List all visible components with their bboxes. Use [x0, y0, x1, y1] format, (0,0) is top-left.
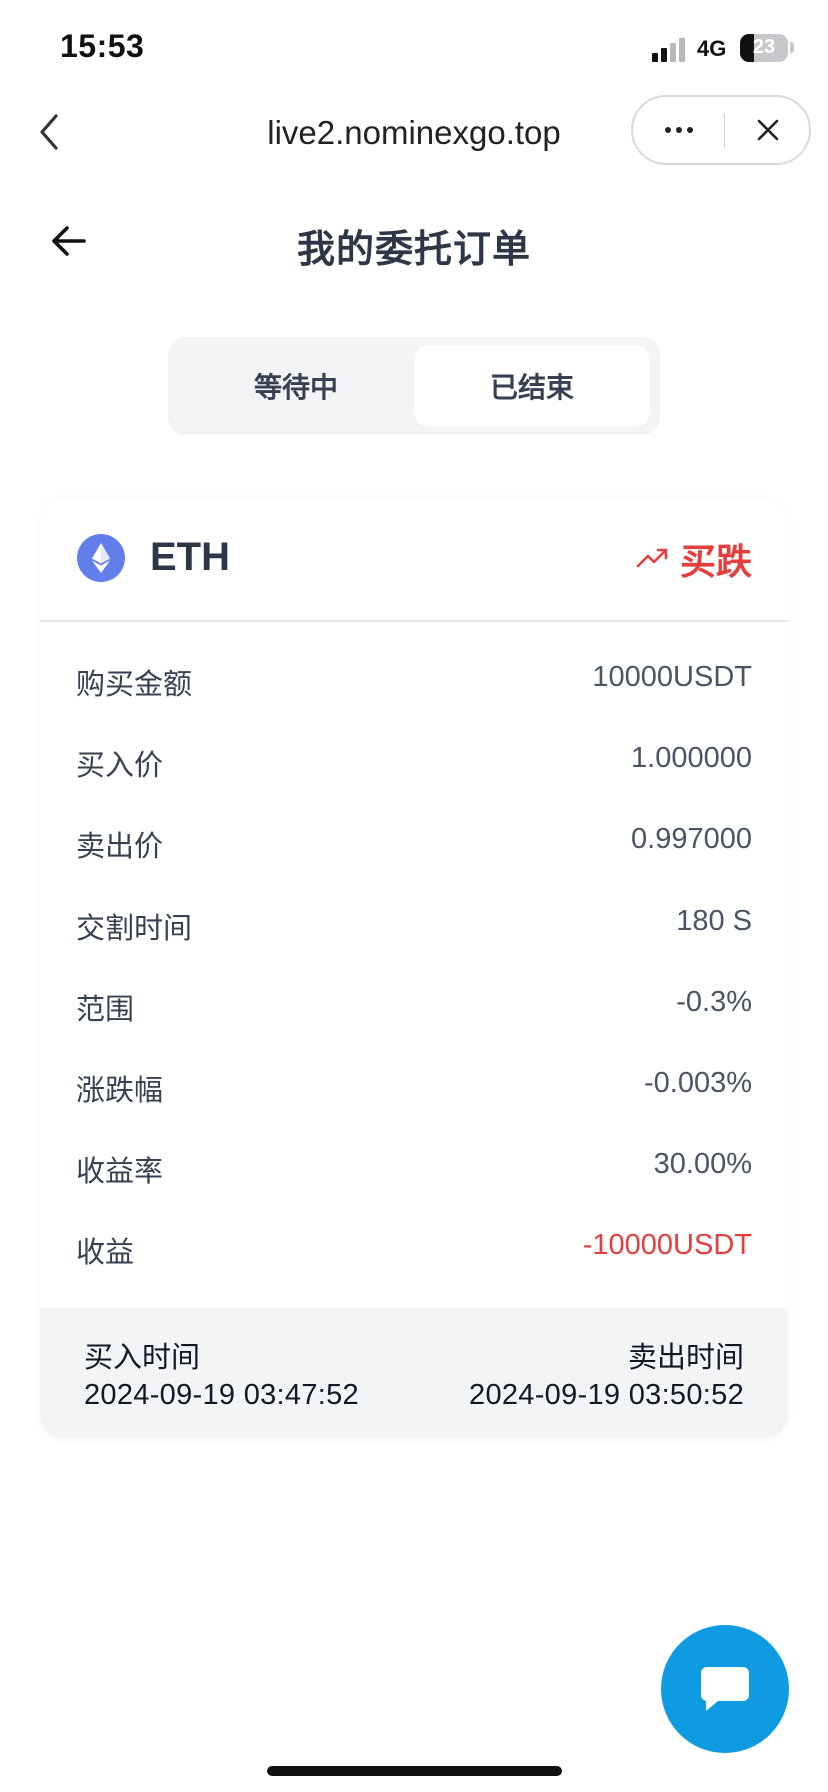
order-status-tabs: 等待中 已结束	[168, 337, 660, 435]
trend-down-icon	[636, 548, 668, 568]
row-label-buy-price: 买入价	[76, 750, 164, 782]
sell-time-value: 2024-09-19 03:50:52	[469, 1379, 744, 1411]
row-value-profit: -10000USDT	[582, 1229, 752, 1261]
row-value-sell-price: 0.997000	[631, 823, 752, 855]
chat-button[interactable]	[661, 1625, 789, 1753]
row-value-change: -0.003%	[643, 1067, 752, 1099]
row-value-yield-rate: 30.00%	[653, 1148, 752, 1180]
row-label-delivery-time: 交割时间	[76, 913, 193, 945]
chat-icon	[701, 1667, 749, 1711]
status-time: 15:53	[60, 28, 145, 64]
buy-time-label: 买入时间	[84, 1342, 201, 1374]
close-icon[interactable]	[725, 97, 811, 163]
home-indicator	[267, 1766, 562, 1776]
tab-pending[interactable]: 等待中	[178, 345, 414, 427]
sell-time-label: 卖出时间	[627, 1342, 744, 1374]
battery-tip	[790, 42, 794, 53]
row-value-buy-price: 1.000000	[631, 742, 752, 774]
browser-url: live2.nominexgo.top	[267, 114, 561, 151]
network-type: 4G	[697, 36, 727, 61]
coin-name: ETH	[150, 535, 230, 579]
battery-icon: 23	[740, 34, 788, 62]
more-icon[interactable]	[633, 97, 725, 163]
order-card	[40, 498, 788, 1438]
tab-finished[interactable]: 已结束	[414, 345, 650, 427]
trade-direction: 买跌	[680, 541, 753, 582]
browser-back-icon[interactable]	[36, 112, 66, 152]
row-label-profit: 收益	[76, 1237, 135, 1269]
buy-time-value: 2024-09-19 03:47:52	[84, 1379, 359, 1411]
row-value-amount: 10000USDT	[592, 661, 752, 693]
battery-level: 23	[752, 36, 776, 58]
eth-icon	[77, 534, 125, 582]
row-label-sell-price: 卖出价	[76, 831, 164, 863]
card-divider	[40, 620, 788, 622]
row-label-yield-rate: 收益率	[76, 1156, 164, 1188]
row-label-amount: 购买金额	[76, 669, 193, 701]
row-label-change: 涨跌幅	[76, 1075, 164, 1107]
row-value-range: -0.3%	[676, 986, 752, 1018]
signal-icon	[652, 38, 686, 62]
row-value-delivery-time: 180 S	[676, 905, 752, 937]
row-label-range: 范围	[76, 994, 135, 1026]
page-title: 我的委托订单	[296, 229, 531, 271]
browser-capsule	[631, 95, 811, 165]
